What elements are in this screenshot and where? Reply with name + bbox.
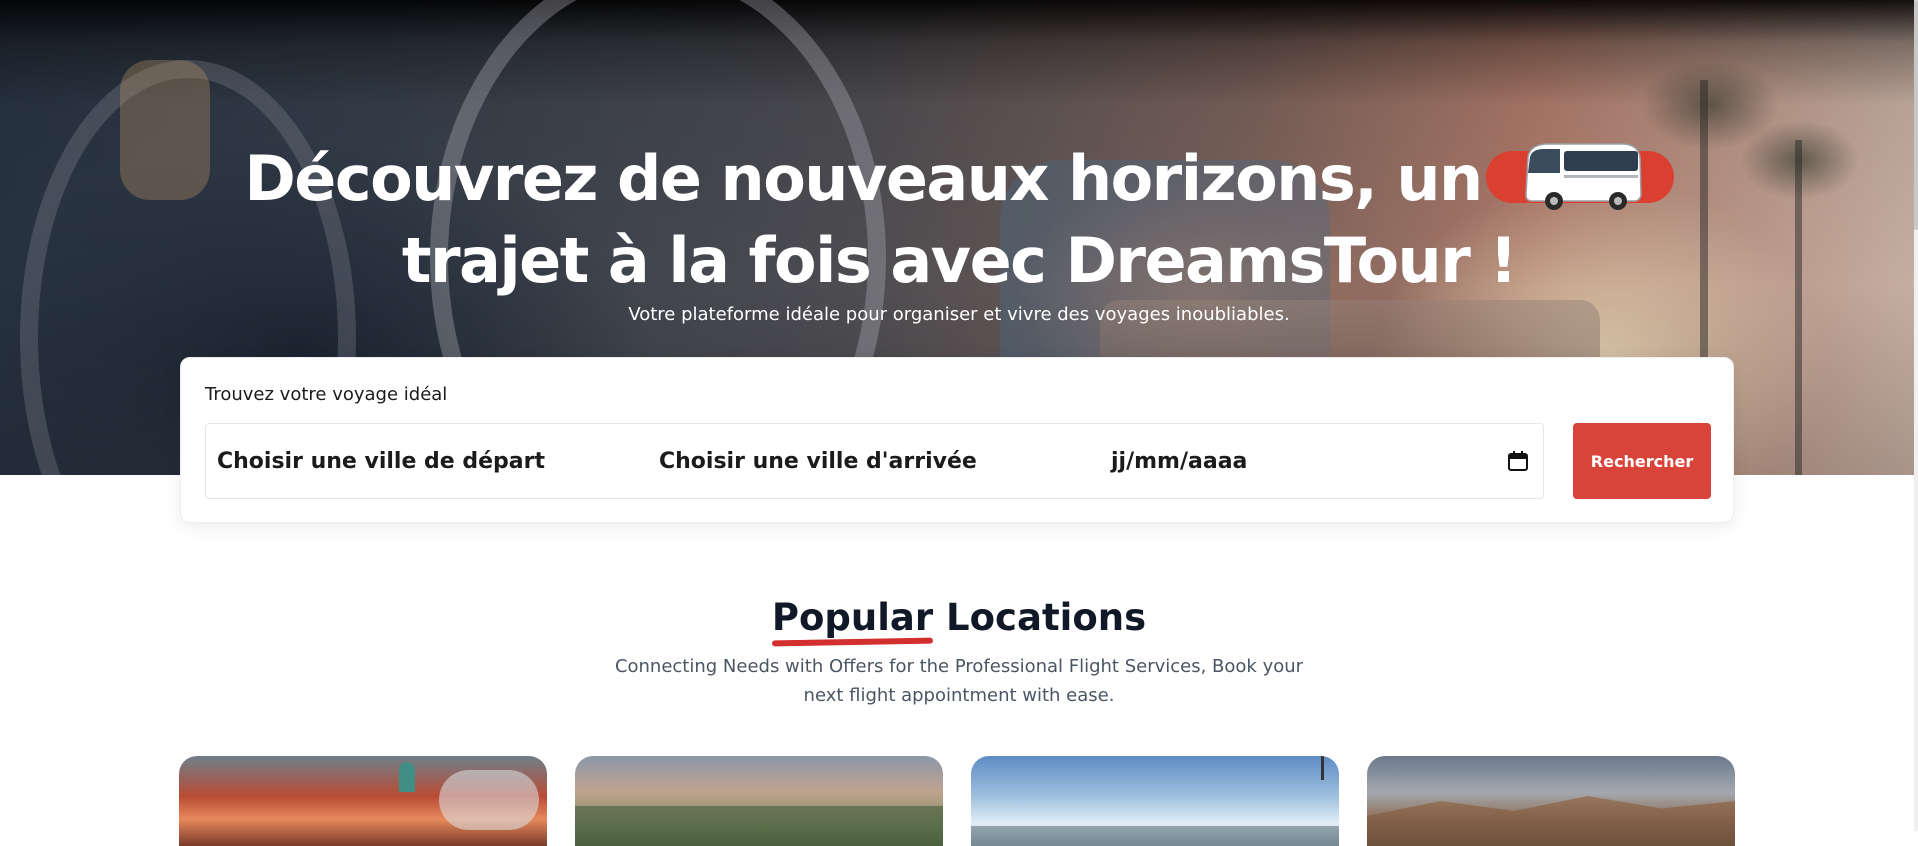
popular-locations-description: Connecting Needs with Offers for the Pro…	[614, 656, 1304, 706]
card-image	[1367, 796, 1735, 846]
arrival-city-placeholder: Choisir une ville d'arrivée	[659, 448, 977, 474]
date-input[interactable]: jj/mm/aaaa	[1100, 423, 1544, 499]
hero-title: Découvrez de nouveaux horizons, un traje…	[0, 138, 1918, 302]
hero-title-line-2: trajet à la fois avec DreamsTour !	[401, 224, 1518, 297]
location-card[interactable]	[971, 756, 1339, 846]
hero-title-line-1: Découvrez de nouveaux horizons, un	[0, 138, 1918, 220]
arrival-city-select[interactable]: Choisir une ville d'arrivée	[648, 423, 1101, 499]
card-image	[399, 762, 415, 792]
popular-title-highlight: Popular	[771, 596, 934, 639]
search-button[interactable]: Rechercher	[1573, 423, 1711, 499]
bus-badge	[1485, 143, 1674, 210]
popular-locations-title: Popular Locations	[0, 596, 1918, 639]
location-card[interactable]	[575, 756, 943, 846]
bus-icon	[1524, 143, 1642, 210]
card-image	[971, 826, 1339, 846]
hero-subtitle: Votre plateforme idéale pour organiser e…	[628, 304, 1290, 325]
popular-title-rest: Locations	[946, 596, 1147, 639]
date-placeholder: jj/mm/aaaa	[1111, 448, 1248, 474]
card-image	[575, 806, 943, 846]
hero-title-text-1: Découvrez de nouveaux horizons, un	[244, 142, 1483, 215]
departure-city-placeholder: Choisir une ville de départ	[217, 448, 546, 474]
location-card[interactable]	[179, 756, 547, 846]
departure-city-select[interactable]: Choisir une ville de départ	[205, 423, 649, 499]
search-card: Trouvez votre voyage idéal Choisir une v…	[180, 357, 1734, 523]
location-card[interactable]	[1367, 756, 1735, 846]
card-image	[1321, 756, 1324, 780]
page-scrollbar[interactable]	[1914, 0, 1918, 831]
search-card-title: Trouvez votre voyage idéal	[205, 384, 448, 405]
calendar-icon[interactable]	[1507, 450, 1529, 472]
scrollbar-thumb[interactable]	[1914, 0, 1918, 230]
card-image	[439, 770, 539, 830]
